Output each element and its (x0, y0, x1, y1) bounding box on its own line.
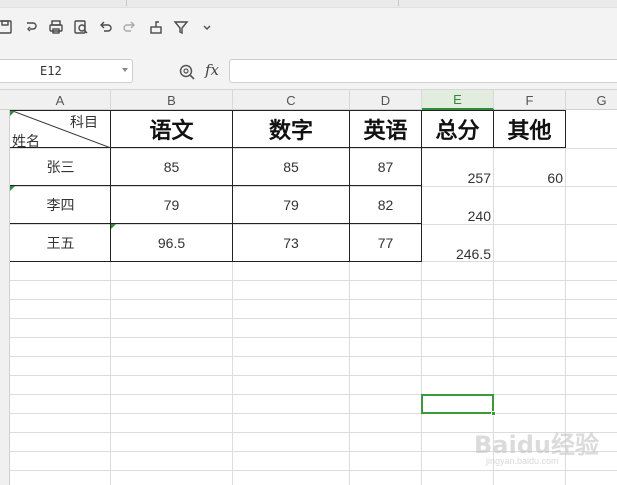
ribbon-strip (0, 0, 617, 8)
redo-icon[interactable] (120, 18, 138, 36)
fill-handle[interactable] (491, 411, 496, 416)
filter-icon[interactable] (172, 18, 190, 36)
baidu-watermark-url: jingyan.baidu.com (486, 456, 559, 466)
column-header-e[interactable]: E (422, 90, 494, 110)
baidu-watermark: Baidu经验 (474, 431, 599, 459)
cell-total[interactable]: 257 (422, 168, 493, 188)
header-math[interactable]: 数字 (233, 111, 349, 147)
column-header-row: A B C D E F G (0, 90, 617, 110)
table-border-row3 (10, 261, 422, 262)
print-icon[interactable] (47, 18, 65, 36)
column-header-a[interactable]: A (10, 90, 111, 110)
column-header-g[interactable]: G (566, 90, 617, 110)
undo-icon[interactable] (97, 18, 115, 36)
cell-name[interactable]: 李四 (11, 186, 110, 223)
cell-math[interactable]: 85 (233, 148, 349, 185)
cell-reference: E12 (40, 64, 62, 78)
print-preview-icon[interactable] (72, 18, 90, 36)
column-header-c[interactable]: C (233, 90, 350, 110)
number-as-text-marker (10, 111, 15, 116)
cell-math[interactable]: 79 (233, 186, 349, 223)
cell-chinese[interactable]: 96.5 (111, 224, 232, 261)
format-painter-icon[interactable] (147, 18, 165, 36)
save-icon[interactable] (0, 18, 14, 36)
column-header-b[interactable]: B (111, 90, 233, 110)
cell-english[interactable]: 87 (350, 148, 421, 185)
cell-chinese[interactable]: 79 (111, 186, 232, 223)
formula-bar: E12 fx (0, 53, 617, 90)
number-as-text-marker (10, 186, 15, 191)
fx-label[interactable]: fx (205, 61, 219, 79)
cell-english[interactable]: 82 (350, 186, 421, 223)
cell-other[interactable]: 60 (494, 168, 565, 188)
name-box[interactable]: E12 (0, 59, 133, 83)
row-header-gutter[interactable] (0, 110, 10, 485)
cell-name[interactable]: 张三 (11, 148, 110, 185)
cell-name[interactable]: 王五 (11, 224, 110, 261)
cloud-sync-icon[interactable] (22, 18, 40, 36)
cell-english[interactable]: 77 (350, 224, 421, 261)
header-english[interactable]: 英语 (350, 111, 421, 147)
header-total[interactable]: 总分 (422, 111, 493, 147)
corner-label-subject[interactable]: 科目 (70, 112, 98, 132)
table-border-col-g (565, 110, 566, 148)
header-chinese[interactable]: 语文 (111, 111, 232, 147)
chevron-down-icon[interactable] (198, 18, 216, 36)
number-as-text-marker (111, 224, 116, 229)
column-header-f[interactable]: F (494, 90, 566, 110)
zoom-icon[interactable] (178, 63, 196, 81)
cell-chinese[interactable]: 85 (111, 148, 232, 185)
cell-total[interactable]: 240 (422, 206, 493, 226)
cell-total[interactable]: 246.5 (422, 244, 493, 264)
column-header-d[interactable]: D (350, 90, 422, 110)
chevron-down-icon[interactable] (122, 68, 128, 72)
header-other[interactable]: 其他 (494, 111, 565, 147)
formula-input[interactable] (229, 59, 617, 83)
quick-access-toolbar (0, 8, 617, 53)
cell-math[interactable]: 73 (233, 224, 349, 261)
selected-cell-e12[interactable] (421, 394, 496, 416)
